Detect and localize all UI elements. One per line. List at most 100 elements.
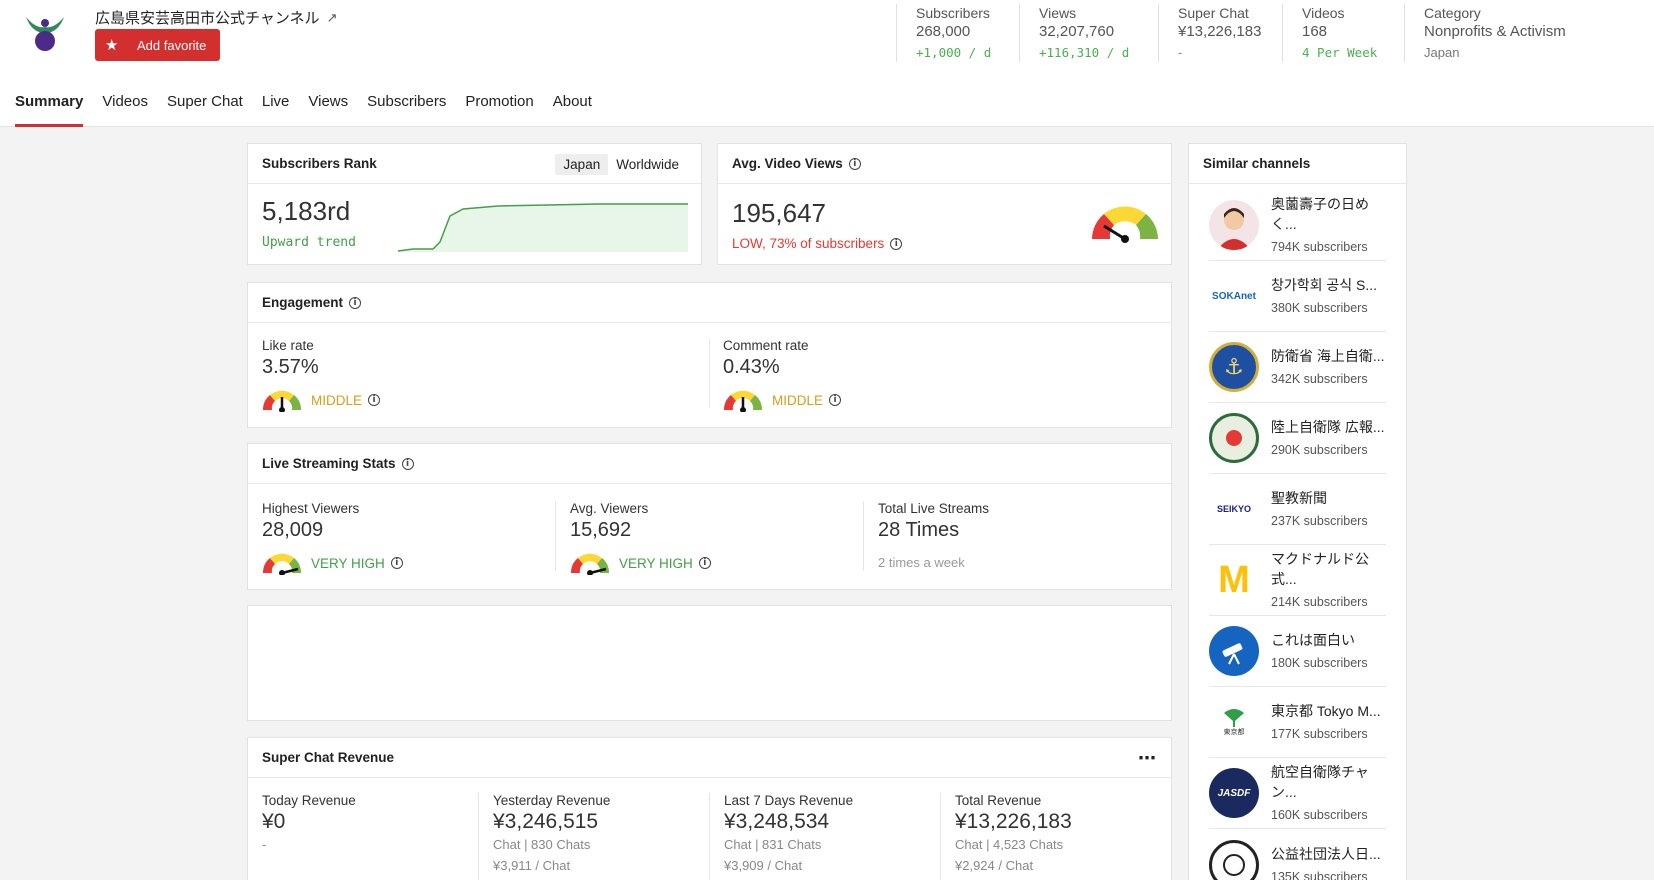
divider <box>940 793 941 880</box>
similar-channel-subs: 135K subscribers <box>1271 869 1368 880</box>
gauge-high-icon <box>570 553 610 575</box>
scope-japan-button[interactable]: Japan <box>555 154 609 175</box>
highest-viewers-level: VERY HIGH <box>311 555 385 571</box>
card-header: Avg. Video Views i <box>718 144 1171 184</box>
like-rate-value: 3.57% <box>262 356 319 378</box>
tab-promotion[interactable]: Promotion <box>465 93 533 127</box>
star-icon: ★ <box>105 37 119 54</box>
stat-label: Subscribers <box>916 5 990 21</box>
similar-channel-item[interactable]: 奥薗壽子の日めく... 794K subscribers <box>1209 190 1386 261</box>
more-options-icon[interactable]: ⋯ <box>1138 748 1157 769</box>
rank-scope-toggle: Japan Worldwide <box>555 154 687 175</box>
total-revenue-label: Total Revenue <box>955 793 1042 808</box>
card-title: Avg. Video Views <box>732 156 843 171</box>
divider <box>555 501 556 571</box>
tab-views[interactable]: Views <box>308 93 348 127</box>
empty-content-card <box>247 605 1172 721</box>
tab-live[interactable]: Live <box>262 93 290 127</box>
stat-sub: 4 Per Week <box>1302 45 1378 60</box>
info-icon[interactable]: i <box>349 296 362 309</box>
total-live-value: 28 Times <box>878 519 960 541</box>
seal-emblem-icon <box>1209 839 1259 880</box>
last7-revenue-label: Last 7 Days Revenue <box>724 793 854 808</box>
similar-channel-name: 창가학회 공식 S... <box>1271 277 1378 293</box>
city-logo-icon <box>26 17 64 51</box>
avg-viewers-level: VERY HIGH <box>619 555 693 571</box>
similar-channel-subs: 180K subscribers <box>1271 656 1368 670</box>
last7-revenue-per-chat: ¥3,909 / Chat <box>724 858 803 873</box>
jasdf-logo-icon: JASDF <box>1209 768 1259 818</box>
info-icon[interactable]: i <box>890 238 903 251</box>
rank-value: 5,183rd <box>262 196 351 226</box>
live-streaming-card: Live Streaming Stats i Highest Viewers 28… <box>247 443 1172 590</box>
stat-value: 32,207,760 <box>1039 23 1115 40</box>
similar-channel-item[interactable]: M マクドナルド公式... 214K subscribers <box>1209 545 1386 616</box>
similar-channel-item[interactable]: SEIKYO 聖教新聞 237K subscribers <box>1209 474 1386 545</box>
similar-channel-subs: 342K subscribers <box>1271 372 1368 386</box>
total-live-note: 2 times a week <box>878 555 965 570</box>
tab-about[interactable]: About <box>553 93 592 127</box>
rank-trend: Upward trend <box>262 235 356 250</box>
similar-channel-item[interactable]: SOKAnet 창가학회 공식 S... 380K subscribers <box>1209 261 1386 332</box>
info-icon[interactable]: i <box>401 457 414 470</box>
last7-revenue-chats: Chat | 831 Chats <box>724 837 822 852</box>
card-title: Similar channels <box>1203 156 1311 171</box>
avg-views-value: 195,647 <box>732 198 826 228</box>
last7-revenue-value: ¥3,248,534 <box>724 810 830 833</box>
similar-channel-item[interactable]: 陸上自衛隊 広報... 290K subscribers <box>1209 403 1386 474</box>
similar-channel-item[interactable]: ⚓ 防衛省 海上自衛... 342K subscribers <box>1209 332 1386 403</box>
stat-value: Nonprofits & Activism <box>1424 23 1566 40</box>
info-icon[interactable]: i <box>829 394 842 406</box>
add-favorite-button[interactable]: ★ Add favorite <box>95 29 220 61</box>
tab-subscribers[interactable]: Subscribers <box>367 93 446 127</box>
stat-sub: +116,310 / d <box>1039 45 1130 60</box>
yesterday-revenue-chats: Chat | 830 Chats <box>493 837 591 852</box>
comment-rate-level: MIDDLE <box>772 392 824 408</box>
total-revenue-chats: Chat | 4,523 Chats <box>955 837 1064 852</box>
channel-title-text: 広島県安芸高田市公式チャンネル <box>95 10 320 27</box>
info-icon[interactable]: i <box>848 157 861 170</box>
tab-videos[interactable]: Videos <box>102 93 148 127</box>
similar-channel-item[interactable]: JASDF 航空自衛隊チャン... 160K subscribers <box>1209 758 1386 829</box>
today-revenue-detail: - <box>262 837 267 852</box>
similar-channel-subs: 290K subscribers <box>1271 443 1368 457</box>
seikyo-logo-icon: SEIKYO <box>1209 484 1259 534</box>
sokanet-logo-icon: SOKAnet <box>1209 271 1259 321</box>
card-header: Engagement i <box>248 283 1171 323</box>
external-link-icon[interactable]: ↗ <box>327 10 338 26</box>
channel-header: 広島県安芸高田市公式チャンネル ↗ ★ Add favorite Subscri… <box>0 0 1654 127</box>
stat-value: 168 <box>1302 23 1328 40</box>
total-revenue-value: ¥13,226,183 <box>955 810 1072 833</box>
info-icon[interactable]: i <box>698 557 711 569</box>
similar-channel-subs: 237K subscribers <box>1271 514 1368 528</box>
similar-channel-name: 聖教新聞 <box>1271 490 1327 506</box>
scope-worldwide-button[interactable]: Worldwide <box>608 154 687 175</box>
highest-viewers-block: Highest Viewers 28,009 VERY HIGH i <box>262 501 403 575</box>
mcdonalds-logo-icon: M <box>1209 555 1259 605</box>
similar-channel-subs: 177K subscribers <box>1271 727 1368 741</box>
channel-title[interactable]: 広島県安芸高田市公式チャンネル ↗ <box>95 7 337 28</box>
similar-channel-name: 公益社団法人日... <box>1271 845 1381 862</box>
similar-channel-name: 奥薗壽子の日めく... <box>1271 196 1369 232</box>
info-icon[interactable]: i <box>368 394 381 406</box>
army-emblem-icon <box>1209 413 1259 463</box>
similar-channel-item[interactable]: 公益社団法人日... 135K subscribers <box>1209 829 1386 880</box>
avg-viewers-label: Avg. Viewers <box>570 501 649 516</box>
similar-channel-name: これは面白い <box>1271 632 1355 648</box>
tab-summary[interactable]: Summary <box>15 93 84 127</box>
yesterday-revenue-block: Yesterday Revenue ¥3,246,515 Chat | 830 … <box>493 793 610 876</box>
info-icon[interactable]: i <box>390 557 403 569</box>
card-title: Super Chat Revenue <box>262 750 395 765</box>
card-title: Subscribers Rank <box>262 156 377 171</box>
tab-super-chat[interactable]: Super Chat <box>167 93 243 127</box>
similar-channel-item[interactable]: これは面白い 180K subscribers <box>1209 616 1386 687</box>
similar-channel-subs: 214K subscribers <box>1271 595 1368 609</box>
today-revenue-value: ¥0 <box>262 810 286 833</box>
similar-channel-item[interactable]: 東京都 東京都 Tokyo M... 177K subscribers <box>1209 687 1386 758</box>
total-live-label: Total Live Streams <box>878 501 990 516</box>
stat-subscribers: Subscribers 268,000 +1,000 / d <box>896 4 1019 62</box>
stat-sub: - <box>1178 45 1183 60</box>
similar-channel-subs: 160K subscribers <box>1271 808 1368 822</box>
like-rate-label: Like rate <box>262 338 314 353</box>
divider <box>709 338 710 408</box>
